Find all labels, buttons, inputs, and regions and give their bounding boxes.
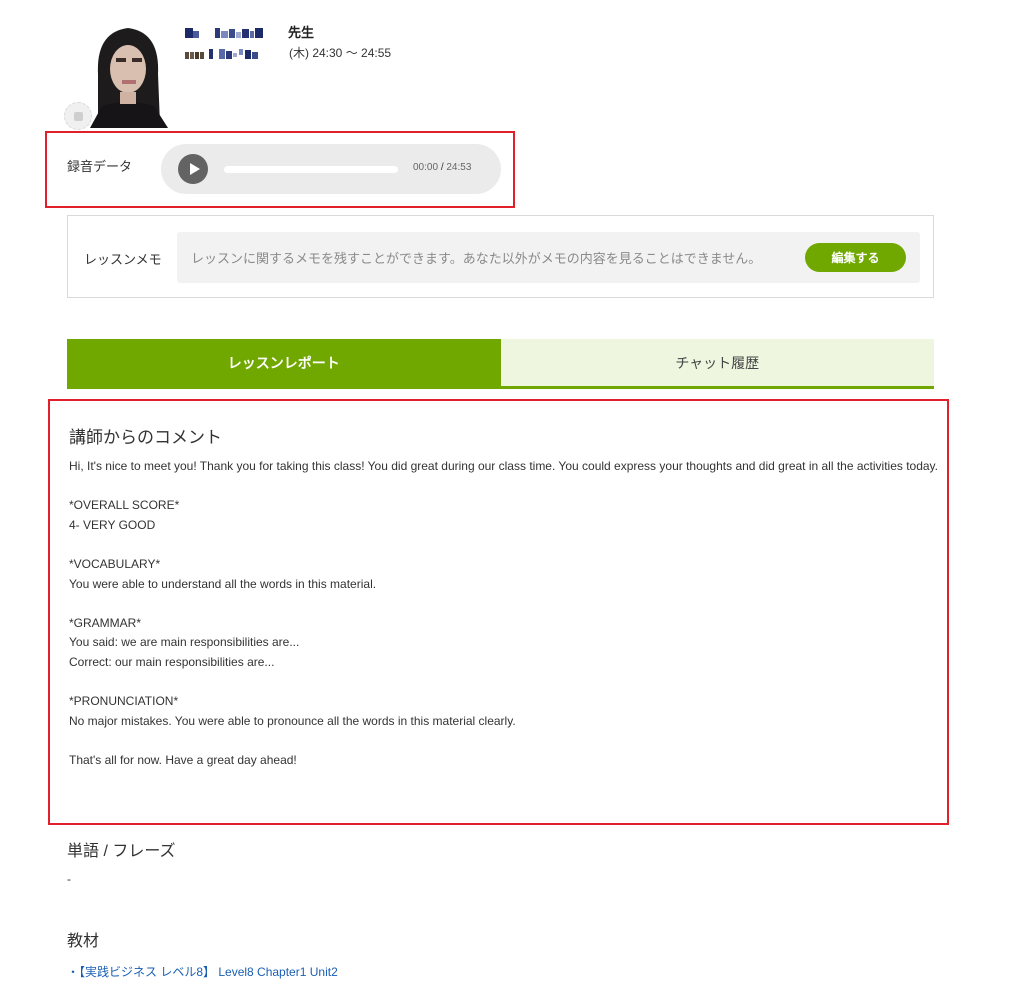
lesson-time: (木) 24:30 ～ 24:55 bbox=[185, 44, 391, 61]
memo-label: レッスンメモ bbox=[84, 252, 162, 267]
tab-chat-history[interactable]: チャット履歴 bbox=[500, 339, 934, 386]
status-indicator bbox=[64, 102, 92, 130]
teacher-header: 先生 (木) 24:30 ～ 24:55 bbox=[64, 14, 480, 134]
audio-time: 00:00 / 24:53 bbox=[413, 162, 471, 173]
audio-current-time: 00:00 bbox=[413, 162, 439, 173]
materials-title: 教材 bbox=[67, 933, 100, 950]
teacher-name-suffix: 先生 bbox=[288, 25, 315, 40]
teacher-comment-section: 講師からのコメント Hi, It's nice to meet you! Tha… bbox=[48, 399, 949, 825]
tab-lesson-report[interactable]: レッスンレポート bbox=[67, 339, 501, 386]
lesson-time-text: (木) 24:30 ～ 24:55 bbox=[289, 46, 392, 60]
lesson-memo: レッスンメモ レッスンに関するメモを残すことができます。あなた以外がメモの内容を… bbox=[67, 215, 934, 298]
memo-field[interactable]: レッスンに関するメモを残すことができます。あなた以外がメモの内容を見ることはでき… bbox=[177, 232, 920, 283]
audio-time-separator: / bbox=[440, 162, 444, 173]
words-title: 単語 / フレーズ bbox=[67, 843, 176, 860]
comment-body: Hi, It's nice to meet you! Thank you for… bbox=[69, 459, 939, 767]
redacted-name bbox=[185, 27, 285, 38]
words-value: - bbox=[67, 872, 71, 886]
audio-progress-bar[interactable] bbox=[224, 166, 398, 173]
recording-section: 録音データ 00:00 / 24:53 bbox=[45, 131, 515, 208]
recording-label: 録音データ bbox=[67, 159, 133, 174]
redacted-date bbox=[185, 48, 285, 59]
audio-total-time: 24:53 bbox=[446, 162, 472, 173]
material-link[interactable]: ・【実践ビジネス レベル8】 Level8 Chapter1 Unit2 bbox=[67, 963, 338, 980]
play-icon[interactable] bbox=[178, 154, 208, 184]
memo-placeholder: レッスンに関するメモを残すことができます。あなた以外がメモの内容を見ることはでき… bbox=[191, 251, 762, 266]
teacher-avatar bbox=[80, 14, 176, 128]
audio-player: 00:00 / 24:53 bbox=[161, 144, 501, 194]
teacher-name: 先生 bbox=[185, 22, 314, 41]
edit-memo-button[interactable]: 編集する bbox=[805, 243, 906, 272]
report-tabs: レッスンレポート チャット履歴 bbox=[67, 339, 934, 389]
comment-title: 講師からのコメント bbox=[69, 428, 222, 447]
